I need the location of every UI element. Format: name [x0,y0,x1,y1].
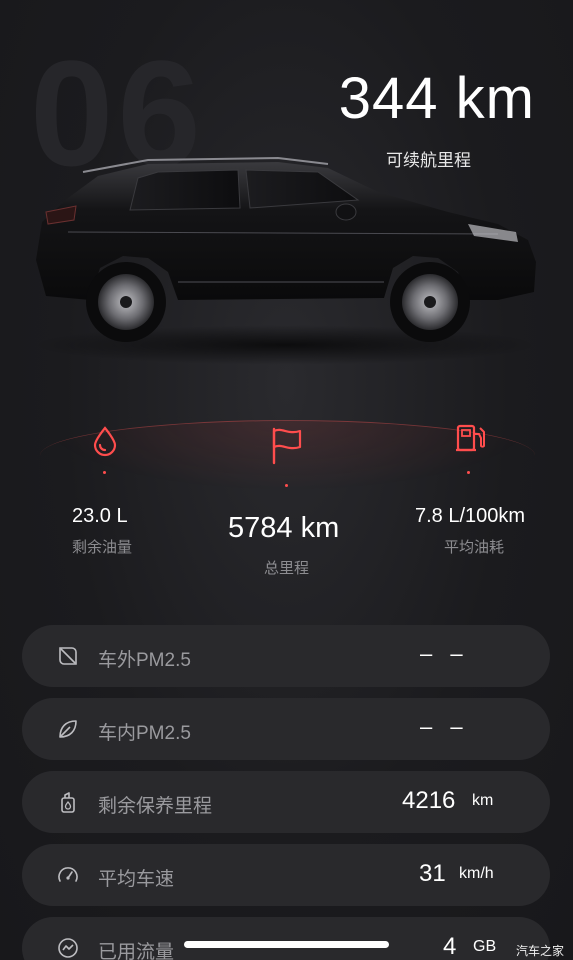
flag-icon [272,427,302,465]
row-data-usage[interactable]: 已用流量 4 GB [22,917,550,960]
fuel-marker-dot [103,471,106,474]
row-unit: km/h [459,865,494,882]
row-value: 4216 [402,787,456,814]
row-outside-pm25[interactable]: 车外PM2.5 – – [22,625,550,687]
odometer-marker-dot [285,484,288,487]
vehicle-status-screen: 06 344 km 可续航里程 23.0 L 剩余油量 5784 km 总里程 … [0,0,573,960]
fuel-label: 剩余油量 [72,539,133,556]
row-value: – – [420,641,469,666]
row-unit: km [472,792,494,809]
row-inside-pm25[interactable]: 车内PM2.5 – – [22,698,550,760]
fuel-pump-icon [456,424,485,452]
row-label: 已用流量 [98,942,175,960]
oil-can-icon [61,792,75,813]
row-label: 剩余保养里程 [98,796,213,817]
row-average-speed[interactable]: 平均车速 31 km/h [22,844,550,906]
row-value: – – [420,714,469,739]
leaf-icon [59,720,77,738]
watermark: 汽车之家 [516,944,565,958]
odometer-value: 5784 km [228,512,340,544]
home-indicator[interactable] [184,941,389,948]
row-unit: GB [473,938,497,955]
consumption-label: 平均油耗 [444,539,505,556]
consumption-marker-dot [467,471,470,474]
fuel-value: 23.0 L [72,505,128,527]
row-label: 平均车速 [98,869,175,890]
car-image [36,156,536,342]
row-value: 31 [419,860,446,887]
consumption-value: 7.8 L/100km [415,505,526,527]
row-label: 车外PM2.5 [98,650,191,671]
speedometer-icon [58,867,78,882]
row-value: 4 [443,933,457,960]
water-drop-icon [93,426,117,457]
leaf-outline-icon [59,647,77,665]
row-maintenance-mileage[interactable]: 剩余保养里程 4216 km [22,771,550,833]
odometer-label: 总里程 [264,560,310,577]
data-usage-icon [58,938,78,958]
range-value: 344 km [338,66,535,131]
row-label: 车内PM2.5 [98,723,191,744]
